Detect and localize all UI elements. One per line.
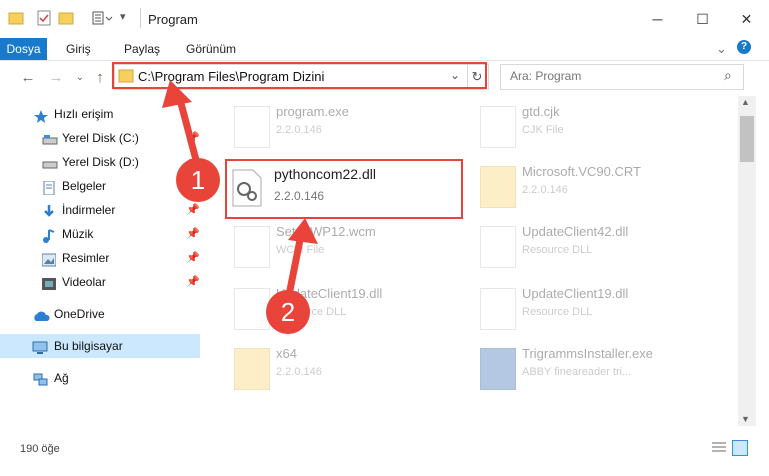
large-icons-view-icon[interactable] [732, 440, 748, 456]
annotation-step-2: 2 [266, 290, 310, 334]
annotation-step-1: 1 [176, 158, 220, 202]
scroll-down-icon[interactable]: ▼ [741, 414, 750, 424]
status-bar [0, 428, 769, 476]
annotation-arrows [162, 80, 318, 301]
scroll-thumb[interactable] [740, 116, 754, 162]
details-view-icon[interactable] [712, 441, 726, 453]
item-count: 190 öğe [20, 443, 60, 455]
scroll-up-icon[interactable]: ▲ [741, 97, 750, 107]
